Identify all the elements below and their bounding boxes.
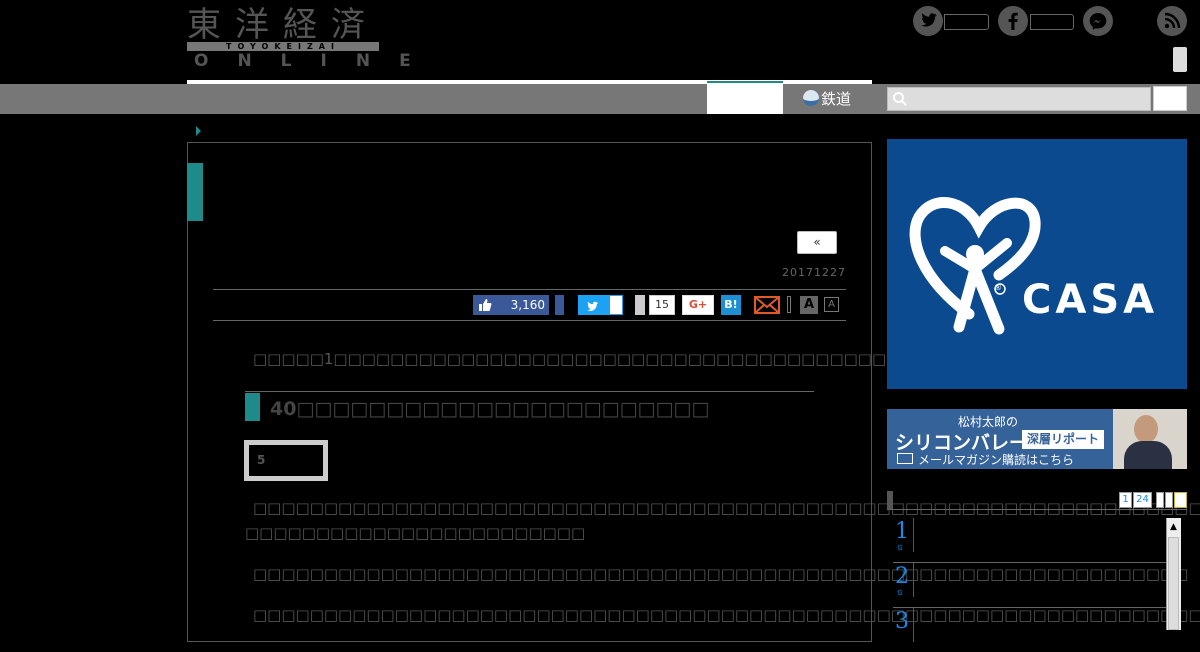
site-logo[interactable]: 東洋経済 TOYOKEIZAI ONLINE — [187, 5, 411, 72]
logo-romaji: TOYOKEIZAI — [187, 42, 379, 51]
ranking-heading-rule — [887, 509, 1187, 510]
ranking-tab-3[interactable] — [1156, 492, 1164, 508]
section-heading-accent — [245, 393, 260, 421]
ranking-separator — [913, 563, 914, 597]
casa-brand-text: CASA — [1022, 277, 1159, 323]
mailmag-ad-cta: メールマガジン購読はこちら — [918, 453, 1075, 467]
header-side-button[interactable] — [1173, 47, 1187, 72]
envelope-icon — [897, 453, 913, 464]
mailmag-ad-photo-body — [1124, 441, 1172, 469]
messenger-bubble-icon — [1089, 13, 1107, 30]
google-plus-button[interactable]: G+ — [682, 295, 714, 315]
article-paragraph-2-line-1: □□□□□□□□□□□□□□□□□□□□□□□□□□□□□□□□□□□□□□□□… — [253, 499, 1200, 517]
section-heading-rule — [245, 391, 814, 392]
article-title-accent — [187, 163, 203, 221]
tweet-count — [609, 295, 623, 315]
ranking-number: 1 — [895, 519, 909, 544]
ranking-tab-24[interactable]: 24 — [1133, 492, 1152, 508]
ranking-separator — [913, 518, 914, 552]
page-indicator-box: 5 — [244, 440, 328, 481]
messenger-icon[interactable] — [1083, 6, 1113, 36]
ranking-number: 2 — [895, 564, 909, 589]
prev-page-button[interactable]: « — [797, 231, 837, 254]
ranking-item[interactable]: 2 位 — [893, 563, 1166, 608]
facebook-like-count — [1030, 14, 1074, 30]
search-icon — [893, 92, 907, 106]
mail-share-icon[interactable] — [754, 296, 780, 314]
mailmag-ad-tag: 深層リポート — [1022, 430, 1105, 449]
casa-registered-mark: ® — [994, 283, 1002, 292]
twitter-icon[interactable] — [913, 6, 943, 36]
breadcrumb-arrow-icon[interactable] — [196, 126, 201, 136]
article-paragraph-2-line-2: □□□□□□□□□□□□□□□□□□□□□□□□ — [245, 524, 586, 542]
twitter-follow-count — [944, 14, 989, 30]
ranking-item[interactable]: 1 位 — [893, 518, 1166, 563]
facebook-share-button[interactable] — [555, 295, 564, 315]
rss-icon[interactable] — [1157, 6, 1187, 36]
facebook-like-count-value: 3,160 — [510, 298, 545, 312]
share-bar-bottom-rule — [213, 320, 846, 321]
pocket-count: 15 — [649, 295, 675, 315]
ranking-number: 3 — [895, 609, 909, 634]
search-button[interactable] — [1153, 86, 1187, 111]
nav-tab-rail[interactable]: 鉄道 — [803, 88, 851, 110]
font-size-large-button[interactable]: A — [800, 296, 818, 314]
article-date: 20171227 — [782, 266, 846, 279]
casa-ad-banner[interactable]: ® — [887, 139, 1187, 389]
mailmag-ad-photo-head — [1134, 415, 1158, 443]
ranking-number-suffix: 位 — [897, 545, 904, 552]
ranking-heading-accent — [887, 491, 893, 509]
ranking-item[interactable]: 3 — [893, 608, 1166, 652]
facebook-icon[interactable] — [998, 6, 1028, 36]
facebook-like-button[interactable]: 3,160 — [473, 295, 549, 315]
rss-feed-icon — [1164, 12, 1181, 29]
tweet-button[interactable] — [578, 295, 610, 315]
share-bar-top-rule — [213, 289, 846, 290]
logo-online: ONLINE — [194, 51, 440, 71]
train-icon — [803, 90, 819, 106]
ranking-list: 1 位 2 位 3 — [893, 518, 1166, 642]
thumbs-up-icon — [479, 299, 492, 311]
nav-tab-active[interactable] — [707, 81, 783, 114]
nav-tab-rail-label: 鉄道 — [821, 90, 852, 108]
twitter-bird-icon — [921, 13, 937, 27]
scroll-up-arrow-icon[interactable]: ▲ — [1166, 520, 1181, 535]
ranking-tab-5[interactable] — [1174, 492, 1187, 508]
hatena-bookmark-button[interactable]: B! — [721, 295, 741, 315]
facebook-f-icon — [1008, 12, 1018, 30]
ranking-separator — [913, 608, 914, 642]
section-heading: 40□□□□□□□□□□□□□□□□□□□□□□□ — [270, 398, 710, 420]
ranking-tab-1[interactable]: 1 — [1119, 492, 1132, 508]
font-size-small-button[interactable]: A — [824, 297, 839, 312]
ranking-number-suffix: 位 — [897, 590, 904, 597]
pocket-button[interactable] — [635, 295, 645, 315]
ranking-tab-4[interactable] — [1165, 492, 1173, 508]
logo-kanji: 東洋経済 — [187, 5, 379, 45]
casa-heart-logo-icon — [909, 197, 1041, 335]
tweet-bird-icon — [587, 301, 599, 311]
ranking-scrollbar-thumb[interactable] — [1168, 537, 1179, 630]
search-input[interactable] — [887, 87, 1151, 111]
share-divider — [787, 296, 791, 313]
